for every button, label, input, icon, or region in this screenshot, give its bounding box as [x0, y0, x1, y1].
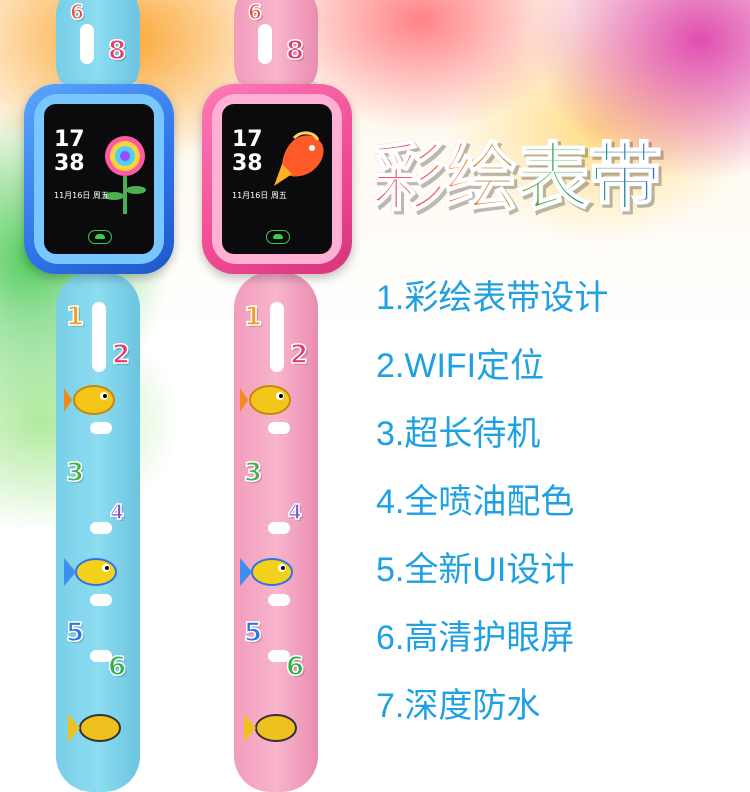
flower-icon: [104, 136, 146, 214]
strap-number: 3: [243, 457, 263, 489]
fish-icon: [240, 558, 293, 586]
watch-time: 17 38: [54, 128, 85, 176]
strap-hole: [268, 522, 290, 534]
strap-hole: [90, 594, 112, 606]
watch-time: 17 38: [232, 128, 263, 176]
blue-watch-case: 17 38 11月16日 周五: [24, 84, 174, 274]
strap-number: 8: [107, 35, 127, 67]
feature-item: 6.高清护眼屏: [376, 619, 575, 657]
strap-number: 3: [65, 457, 85, 489]
fish-icon: [68, 714, 121, 742]
strap-number: 1: [65, 301, 85, 333]
time-hour: 17: [232, 127, 263, 152]
fish-icon: [240, 385, 291, 415]
time-minute: 38: [232, 151, 263, 176]
strap-hole: [268, 422, 290, 434]
feature-item: 2.WIFI定位: [376, 347, 545, 385]
strap-number: 8: [285, 35, 305, 67]
fish-icon: [64, 385, 115, 415]
time-hour: 17: [54, 127, 85, 152]
feature-item: 1.彩绘表带设计: [376, 279, 609, 317]
strap-hole: [268, 594, 290, 606]
strap-hole: [90, 522, 112, 534]
strap-number: 4: [287, 499, 302, 525]
phone-icon: [266, 230, 290, 244]
pink-watch-case: 17 38 11月16日 周五: [202, 84, 352, 274]
strap-number: 5: [65, 617, 85, 649]
strap-number: 2: [289, 339, 309, 371]
watch-screen: 17 38 11月16日 周五: [44, 104, 154, 254]
feature-item: 7.深度防水: [376, 687, 541, 725]
strap-number: 6: [69, 0, 84, 25]
watch-bezel: 17 38 11月16日 周五: [212, 94, 342, 264]
strap-hole: [90, 422, 112, 434]
strap-hole: [90, 650, 112, 662]
time-minute: 38: [54, 151, 85, 176]
strap-slot: [80, 24, 94, 64]
feature-item: 3.超长待机: [376, 415, 541, 453]
strap-slot: [270, 302, 284, 372]
strap-number: 6: [247, 0, 262, 25]
watch-screen: 17 38 11月16日 周五: [222, 104, 332, 254]
strap-number: 5: [243, 617, 263, 649]
watch-bezel: 17 38 11月16日 周五: [34, 94, 164, 264]
strap-number: 4: [109, 499, 124, 525]
strap-number: 2: [111, 339, 131, 371]
strap-slot: [92, 302, 106, 372]
feature-item: 5.全新UI设计: [376, 551, 575, 589]
fish-icon: [244, 714, 297, 742]
strap-number: 1: [243, 301, 263, 333]
watch-date: 11月16日 周五: [54, 191, 109, 200]
feature-item: 4.全喷油配色: [376, 483, 575, 521]
watch-date: 11月16日 周五: [232, 191, 287, 200]
strap-hole: [268, 650, 290, 662]
phone-icon: [88, 230, 112, 244]
fish-icon: [274, 131, 324, 186]
headline-title: 彩绘表带: [371, 118, 742, 238]
fish-icon: [64, 558, 117, 586]
strap-slot: [258, 24, 272, 64]
